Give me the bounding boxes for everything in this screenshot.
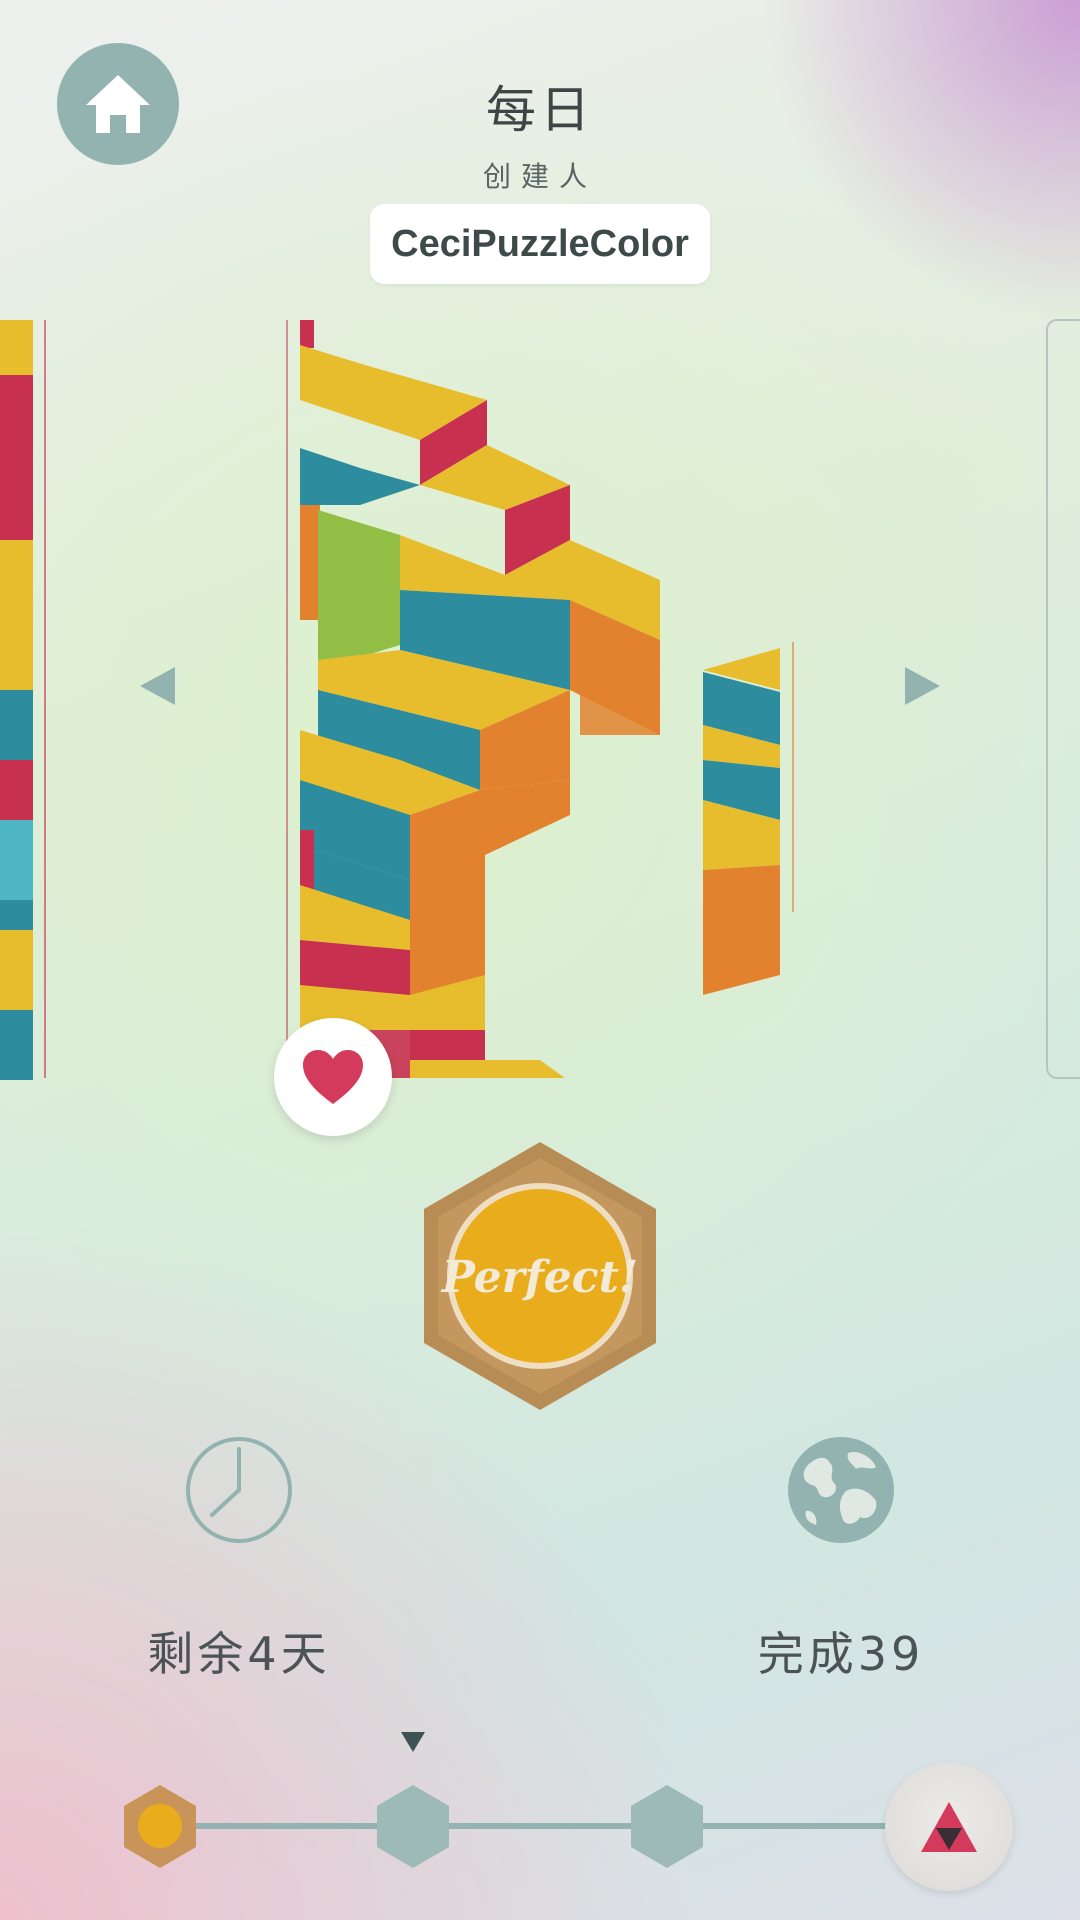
pyramid-button[interactable] xyxy=(885,1763,1013,1891)
arrow-right-icon[interactable] xyxy=(905,667,940,705)
step-2-hexagon[interactable] xyxy=(377,1785,449,1868)
favorite-button[interactable] xyxy=(274,1018,392,1136)
creator-name-box[interactable]: CeciPuzzleColor xyxy=(370,204,710,284)
arrow-left-icon[interactable] xyxy=(140,667,175,705)
creator-label: 创建人 xyxy=(482,160,597,193)
puzzle-carousel[interactable] xyxy=(0,315,1080,1085)
clock-stat xyxy=(184,1435,294,1549)
badge-text: Perfect! xyxy=(440,1252,638,1303)
perfect-badge: Perfect! xyxy=(424,1142,656,1410)
clock-icon xyxy=(186,1437,292,1543)
puzzle-artwork[interactable] xyxy=(286,320,660,1078)
triangle-icon xyxy=(921,1802,977,1852)
globe-icon xyxy=(788,1437,894,1543)
heart-icon xyxy=(303,1050,363,1104)
next-puzzle-card[interactable] xyxy=(1046,319,1080,1079)
step-1-hexagon[interactable] xyxy=(124,1785,196,1868)
time-left-text: 剩余4天 xyxy=(147,1627,331,1681)
puzzle-fragment[interactable] xyxy=(703,642,794,995)
completed-count-text: 完成39 xyxy=(757,1627,925,1681)
step-3-hexagon[interactable] xyxy=(631,1785,703,1868)
page-title: 每日 xyxy=(486,81,594,139)
creator-name: CeciPuzzleColor xyxy=(391,222,689,265)
current-step-marker xyxy=(401,1732,425,1752)
globe-stat xyxy=(786,1435,896,1549)
previous-puzzle-thumbnail[interactable] xyxy=(0,320,46,1080)
